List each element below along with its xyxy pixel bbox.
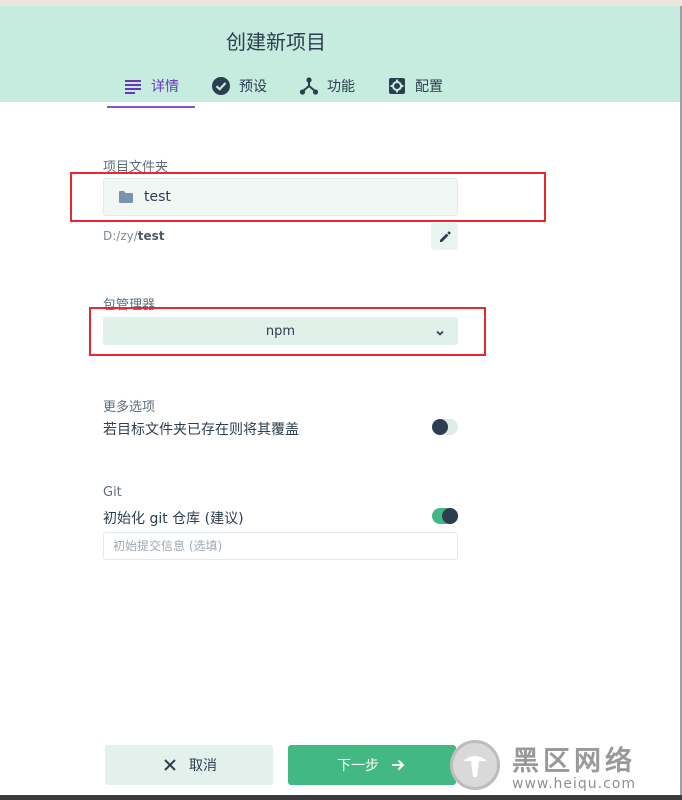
pencil-icon — [439, 230, 451, 243]
tab-config[interactable]: 配置 — [371, 64, 459, 108]
git-label: Git — [103, 485, 122, 500]
tab-details-label: 详情 — [151, 79, 179, 95]
toggle-knob — [442, 508, 458, 524]
folder-path-name: test — [137, 229, 165, 243]
next-label: 下一步 — [337, 758, 379, 774]
tab-presets-label: 预设 — [239, 79, 267, 95]
tab-config-label: 配置 — [415, 79, 443, 95]
folder-path-prefix: D:/zy/ — [103, 229, 138, 243]
watermark-text: 黑区网络 www.heiqu.com — [512, 739, 636, 792]
settings-icon — [387, 76, 407, 96]
watermark-name: 黑区网络 — [512, 745, 636, 777]
folder-path: D:/zy/test — [103, 229, 165, 243]
cancel-button[interactable]: 取消 — [105, 745, 273, 785]
cancel-label: 取消 — [189, 758, 217, 774]
watermark-url: www.heiqu.com — [512, 775, 637, 792]
list-icon — [123, 76, 143, 96]
fork-icon — [299, 76, 319, 96]
page-title: 创建新项目 — [226, 30, 326, 54]
more-options-label: 更多选项 — [103, 400, 156, 415]
arrow-right-icon — [389, 756, 407, 774]
window-bottom-bar — [0, 795, 682, 800]
git-init-label: 初始化 git 仓库 (建议) — [103, 511, 244, 527]
tab-features[interactable]: 功能 — [283, 64, 371, 108]
overwrite-toggle[interactable] — [432, 419, 458, 435]
overwrite-label: 若目标文件夹已存在则将其覆盖 — [103, 422, 299, 438]
next-button[interactable]: 下一步 — [288, 745, 456, 785]
highlight-box-folder — [70, 172, 546, 222]
close-icon — [161, 756, 179, 774]
tab-features-label: 功能 — [327, 79, 355, 95]
header: 创建新项目 详情 预设 功能 配置 — [0, 6, 682, 108]
edit-path-button[interactable] — [431, 223, 458, 250]
toggle-knob — [432, 419, 448, 435]
tab-details[interactable]: 详情 — [107, 64, 195, 108]
git-init-toggle[interactable] — [432, 508, 458, 524]
watermark-logo-icon — [450, 740, 500, 790]
commit-message-input[interactable] — [103, 532, 458, 560]
watermark: 黑区网络 www.heiqu.com — [450, 735, 682, 795]
tab-bar: 详情 预设 功能 配置 — [107, 64, 459, 108]
check-circle-icon — [211, 76, 231, 96]
tab-presets[interactable]: 预设 — [195, 64, 283, 108]
highlight-box-package-manager — [89, 307, 486, 356]
